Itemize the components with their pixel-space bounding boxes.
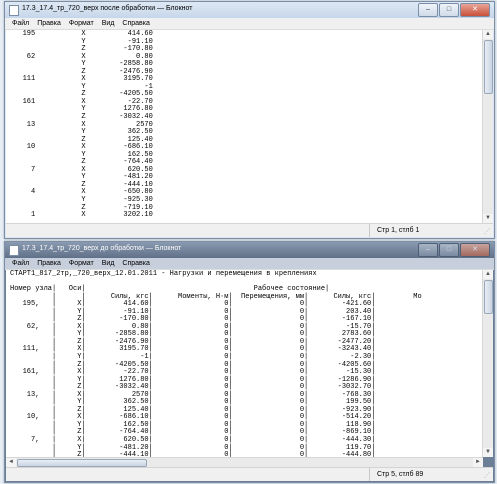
scroll-thumb[interactable]	[484, 40, 493, 94]
menu-view[interactable]: Вид	[98, 258, 119, 269]
notepad-icon	[9, 245, 19, 256]
window-title: 17.3_17.4_тр_720_верх после обработки — …	[22, 5, 193, 12]
title-bar[interactable]: 17.3_17.4_тр_720_верх после обработки — …	[5, 2, 494, 18]
notepad-icon	[9, 5, 19, 16]
horizontal-scrollbar[interactable]: ◄ ►	[6, 457, 483, 467]
menu-help[interactable]: Справка	[118, 258, 153, 269]
menu-edit[interactable]: Правка	[33, 18, 65, 29]
editor-text[interactable]: 195 X 414.60 Y -91.10 Z -170.80 62 X 0.8…	[6, 30, 483, 220]
scroll-up-arrow-icon[interactable]: ▲	[483, 30, 493, 39]
menu-format[interactable]: Формат	[65, 258, 98, 269]
cursor-position: Стр 1, стлб 1	[377, 227, 420, 234]
status-bar: Стр 5, стлб 89 ⋰	[6, 467, 493, 481]
menu-format[interactable]: Формат	[65, 18, 98, 29]
status-divider	[369, 224, 370, 237]
menu-view[interactable]: Вид	[98, 18, 119, 29]
notepad-window-before: 17.3_17.4_тр_720_верх до обработки — Бло…	[4, 241, 495, 483]
hscroll-thumb[interactable]	[17, 459, 147, 467]
scroll-down-arrow-icon[interactable]: ▼	[483, 214, 493, 223]
title-bar[interactable]: 17.3_17.4_тр_720_верх до обработки — Бло…	[5, 242, 494, 258]
close-button[interactable]: ✕	[460, 243, 490, 257]
resize-grip-icon[interactable]: ⋰	[484, 472, 492, 480]
menu-bar: Файл Правка Формат Вид Справка	[5, 258, 494, 270]
vertical-scrollbar[interactable]: ▲ ▼	[482, 30, 493, 223]
text-editor[interactable]: 195 X 414.60 Y -91.10 Z -170.80 62 X 0.8…	[6, 30, 483, 223]
menu-help[interactable]: Справка	[118, 18, 153, 29]
status-divider	[369, 468, 370, 481]
minimize-button[interactable]: –	[418, 3, 438, 17]
scroll-left-arrow-icon[interactable]: ◄	[6, 458, 16, 467]
window-title: 17.3_17.4_тр_720_верх до обработки — Бло…	[22, 245, 182, 252]
menu-edit[interactable]: Правка	[33, 258, 65, 269]
maximize-button[interactable]: □	[439, 3, 459, 17]
scroll-down-arrow-icon[interactable]: ▼	[483, 448, 493, 457]
scroll-up-arrow-icon[interactable]: ▲	[483, 270, 493, 279]
text-editor[interactable]: СТАРТ1_817_2тр,_720_верх_12.01.2011 - На…	[6, 270, 483, 466]
menu-file[interactable]: Файл	[8, 18, 33, 29]
vertical-scrollbar[interactable]: ▲ ▼	[482, 270, 493, 457]
menu-bar: Файл Правка Формат Вид Справка	[5, 18, 494, 30]
status-bar: Стр 1, стлб 1 ⋰	[6, 223, 493, 237]
cursor-position: Стр 5, стлб 89	[377, 471, 424, 478]
scroll-right-arrow-icon[interactable]: ►	[473, 458, 483, 467]
notepad-window-after: 17.3_17.4_тр_720_верх после обработки — …	[4, 1, 495, 239]
scroll-thumb[interactable]	[484, 280, 493, 314]
menu-file[interactable]: Файл	[8, 258, 33, 269]
resize-grip-icon[interactable]: ⋰	[484, 228, 492, 236]
editor-text[interactable]: СТАРТ1_817_2тр,_720_верх_12.01.2011 - На…	[6, 270, 483, 460]
close-button[interactable]: ✕	[460, 3, 490, 17]
maximize-button[interactable]: □	[439, 243, 459, 257]
minimize-button[interactable]: –	[418, 243, 438, 257]
